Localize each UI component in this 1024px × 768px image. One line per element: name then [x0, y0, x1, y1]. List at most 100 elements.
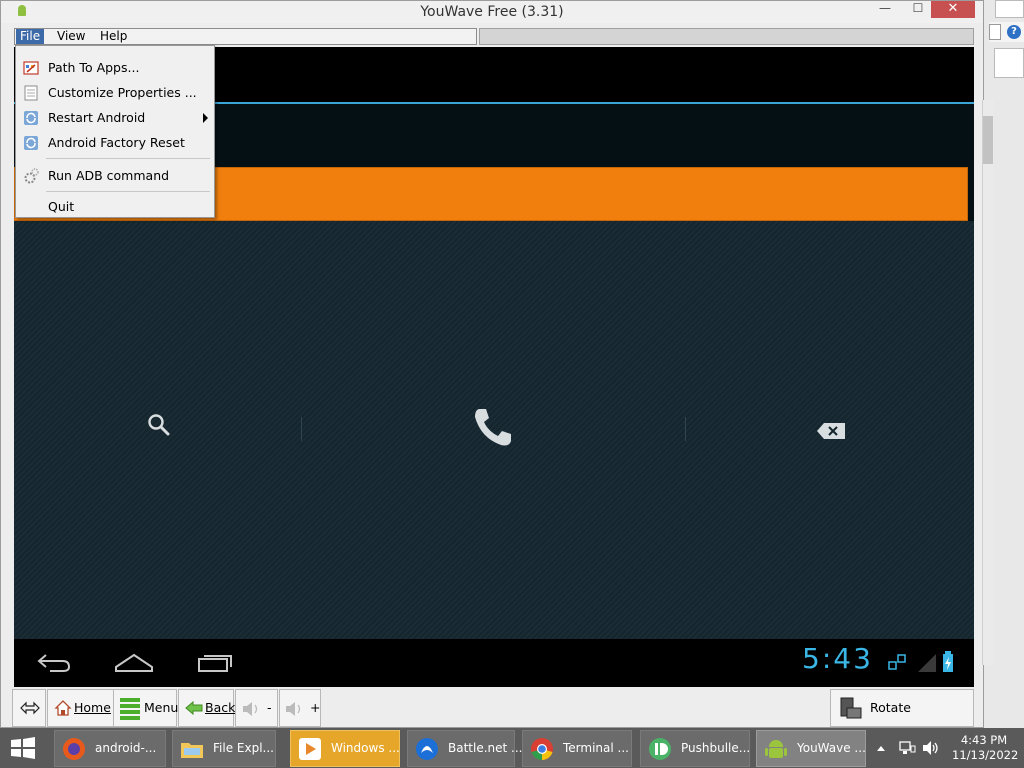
file-menu-dropdown: Path To Apps... Customize Properties ...…: [15, 45, 215, 218]
rotate-device-icon: [840, 697, 862, 719]
menu-item-label: Customize Properties ...: [48, 85, 197, 100]
background-toolbar: ?: [989, 22, 1024, 42]
menu-item-label: Android Factory Reset: [48, 135, 185, 150]
volume-down-button[interactable]: -: [235, 689, 278, 727]
taskbar-item-file-explorer[interactable]: File Expl...: [172, 730, 276, 767]
battlenet-icon: [416, 738, 438, 760]
background-field: [989, 24, 1001, 40]
menu-item-run-adb[interactable]: Run ADB command: [18, 165, 212, 187]
chrome-icon: [531, 738, 553, 760]
close-button[interactable]: ✕: [931, 1, 975, 18]
speaker-icon: [243, 702, 258, 716]
menu-file[interactable]: File: [16, 29, 45, 44]
menu-view[interactable]: View: [53, 29, 89, 44]
house-icon: [54, 700, 72, 716]
speaker-icon: [286, 702, 301, 716]
search-icon[interactable]: [146, 412, 172, 438]
volume-up-button[interactable]: +: [279, 689, 321, 727]
emulator-toolbar: Home Menu Back - + Rotate (960x640): [12, 689, 974, 751]
volume-icon[interactable]: [922, 740, 940, 756]
folder-apps-icon: [23, 61, 39, 75]
maximize-button[interactable]: ☐: [904, 1, 932, 18]
taskbar-item-windows-media[interactable]: Windows ...: [290, 730, 400, 767]
submenu-arrow-icon: [203, 113, 208, 123]
menu-item-label: Path To Apps...: [48, 60, 140, 75]
windows-taskbar: android-... File Expl... Windows ... Bat…: [0, 728, 1024, 768]
menu-item-path-to-apps[interactable]: Path To Apps...: [18, 57, 212, 79]
refresh-icon: [24, 136, 38, 150]
menu-item-quit[interactable]: Quit: [18, 196, 212, 218]
home-label: Home: [74, 700, 111, 715]
back-label: Back: [205, 700, 236, 715]
background-window-corner: [995, 0, 1024, 18]
back-arrow-icon: [185, 701, 203, 715]
taskbar-item-label: YouWave ...: [797, 741, 866, 755]
taskbar-item-battlenet[interactable]: Battle.net ...: [407, 730, 522, 767]
arrows-horizontal-icon: [20, 701, 40, 715]
menu-item-label: Run ADB command: [48, 168, 170, 183]
taskbar-item-youwave[interactable]: YouWave ...: [756, 730, 866, 767]
menu-separator: [46, 158, 210, 159]
menu-label: Menu: [144, 700, 179, 715]
menu-bar-filler: [479, 28, 974, 45]
taskbar-item-label: File Expl...: [213, 741, 274, 755]
background-panel: [994, 48, 1024, 78]
phone-icon[interactable]: [471, 405, 515, 449]
minimize-button[interactable]: —: [871, 1, 899, 18]
folder-icon: [181, 743, 203, 758]
signal-icon: [918, 654, 936, 672]
divider: [301, 417, 302, 441]
volume-down-label: -: [267, 700, 272, 715]
taskbar-item-label: Windows ...: [331, 741, 400, 755]
list-menu-icon: [120, 698, 140, 720]
system-clock[interactable]: 4:43 PM 11/13/2022: [952, 733, 1019, 763]
menu-item-restart-android[interactable]: Restart Android: [18, 107, 212, 129]
taskbar-item-pushbullet[interactable]: Pushbulle...: [640, 730, 750, 767]
menu-separator: [46, 191, 210, 192]
menu-button[interactable]: Menu: [113, 689, 179, 727]
android-icon: [765, 740, 787, 758]
clock: 5:43: [802, 642, 873, 675]
home-button[interactable]: Home: [47, 689, 122, 727]
title-bar[interactable]: YouWave Free (3.31) — ☐ ✕: [1, 1, 983, 23]
rotate-button[interactable]: Rotate (960x640): [830, 689, 974, 751]
battery-icon: [943, 651, 953, 672]
show-hidden-icons-icon[interactable]: [876, 744, 886, 752]
taskbar-item-label: Pushbulle...: [681, 741, 751, 755]
window-title: YouWave Free (3.31): [420, 4, 564, 20]
home-icon[interactable]: [114, 649, 154, 675]
divider: [685, 417, 686, 441]
firefox-icon: [63, 738, 85, 760]
menu-item-label: Quit: [48, 199, 75, 214]
background-scrollbar[interactable]: [982, 100, 994, 665]
android-nav-bar: 5:43: [14, 639, 974, 687]
taskbar-item-terminal-chrome[interactable]: Terminal ...: [522, 730, 632, 767]
taskbar-item-label: Battle.net ...: [448, 741, 523, 755]
help-icon[interactable]: ?: [1007, 25, 1021, 39]
menu-item-factory-reset[interactable]: Android Factory Reset: [18, 132, 212, 154]
taskbar-item-label: Terminal ...: [563, 741, 629, 755]
clock-date: 11/13/2022: [952, 748, 1019, 762]
windows-start-icon[interactable]: [10, 737, 36, 759]
menu-item-label: Restart Android: [48, 110, 146, 125]
menu-bar: File View Help: [14, 28, 477, 45]
document-icon: [24, 85, 38, 101]
taskbar-item-firefox[interactable]: android-...: [54, 730, 166, 767]
pushbullet-icon: [649, 738, 671, 760]
clock-time: 4:43 PM: [960, 733, 1008, 747]
back-button[interactable]: Back: [178, 689, 236, 727]
menu-item-customize-properties[interactable]: Customize Properties ...: [18, 82, 212, 104]
network-icon: [888, 654, 906, 670]
menu-help[interactable]: Help: [96, 29, 131, 44]
media-player-icon: [299, 738, 321, 760]
recent-apps-icon[interactable]: [196, 649, 234, 675]
network-icon[interactable]: [898, 740, 916, 756]
expand-button[interactable]: [12, 689, 46, 727]
refresh-icon: [24, 111, 38, 125]
scrollbar-thumb[interactable]: [983, 116, 993, 164]
volume-up-label: +: [310, 700, 321, 715]
gear-icon: [24, 168, 39, 184]
taskbar-item-label: android-...: [95, 741, 157, 755]
backspace-icon[interactable]: [816, 422, 846, 440]
back-icon[interactable]: [36, 649, 72, 675]
